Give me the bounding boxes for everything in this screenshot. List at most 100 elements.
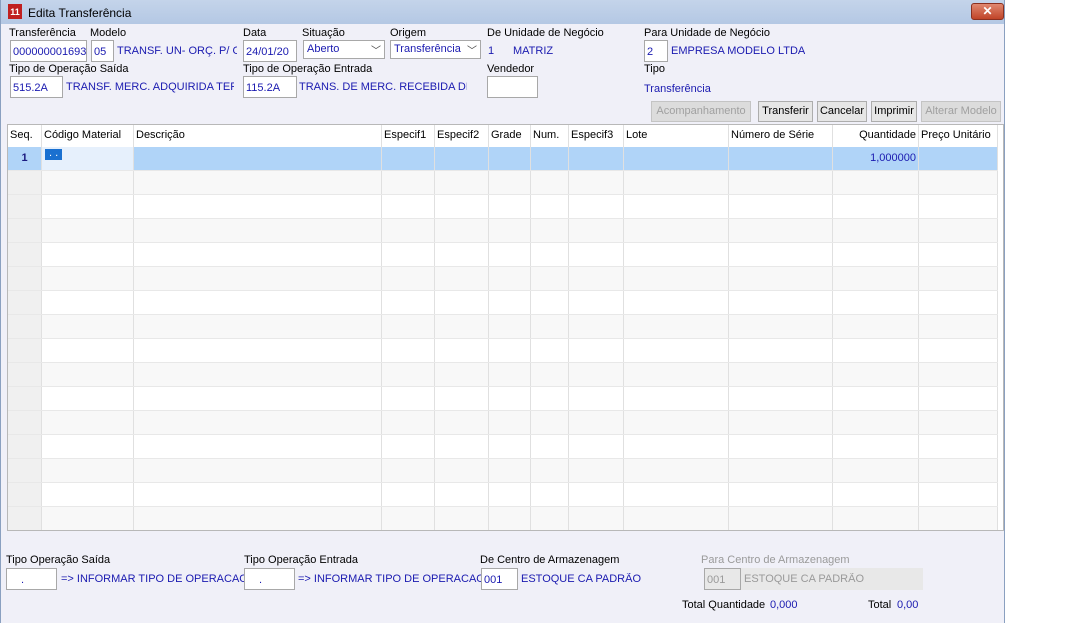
grid-cell[interactable] [489,267,531,290]
grid-cell[interactable] [729,507,833,530]
grid-cell[interactable] [8,459,42,482]
grid-cell[interactable] [382,411,435,434]
grid-cell[interactable] [134,171,382,194]
grid-cell[interactable] [919,459,998,482]
column-header[interactable]: Descrição [134,125,382,147]
cancelar-button[interactable]: Cancelar [817,101,867,122]
grid-cell[interactable] [833,195,919,218]
grid-cell[interactable] [569,339,624,362]
grid-cell[interactable] [42,339,134,362]
grid-cell[interactable] [435,339,489,362]
grid-cell[interactable] [624,459,729,482]
grid-cell[interactable] [489,195,531,218]
grid-cell[interactable] [8,435,42,458]
grid-cell[interactable] [489,483,531,506]
grid-cell[interactable] [833,219,919,242]
grid-cell[interactable] [531,339,569,362]
transferencia-field[interactable]: 000000001693 [10,40,87,62]
grid-cell[interactable] [833,507,919,530]
column-header[interactable]: Preço Unitário [919,125,998,147]
grid-cell[interactable] [531,459,569,482]
table-row[interactable] [8,411,998,435]
grid-cell[interactable] [624,267,729,290]
grid-cell[interactable] [489,363,531,386]
grid-cell[interactable] [42,363,134,386]
grid-cell[interactable] [569,147,624,170]
grid-cell[interactable] [624,195,729,218]
table-row[interactable] [8,483,998,507]
grid-cell[interactable] [134,147,382,170]
grid-cell[interactable] [42,435,134,458]
grid-cell[interactable] [8,483,42,506]
para-unidade-field[interactable]: 2 [644,40,668,62]
grid-cell[interactable] [729,291,833,314]
grid-cell[interactable] [919,291,998,314]
grid-cell[interactable] [134,483,382,506]
grid-cell[interactable] [8,219,42,242]
grid-cell[interactable] [624,483,729,506]
grid-cell[interactable] [729,411,833,434]
grid-cell[interactable] [833,315,919,338]
table-row[interactable]: 1. . 1,000000 [8,147,998,171]
grid-cell[interactable] [624,435,729,458]
grid-cell[interactable] [833,483,919,506]
grid-cell[interactable] [624,387,729,410]
grid-cell[interactable] [435,315,489,338]
table-row[interactable] [8,315,998,339]
grid-cell[interactable] [42,243,134,266]
grid-cell[interactable] [435,435,489,458]
grid-cell[interactable] [729,387,833,410]
grid-cell[interactable] [134,435,382,458]
grid-cell[interactable] [624,219,729,242]
grid-cell[interactable] [489,315,531,338]
table-row[interactable] [8,291,998,315]
grid-cell[interactable] [134,267,382,290]
grid-cell[interactable] [531,411,569,434]
alterar-modelo-button[interactable]: Alterar Modelo [921,101,1001,122]
grid-cell[interactable] [42,411,134,434]
origem-select[interactable]: Transferência ﹀ [390,40,481,59]
close-button[interactable]: ✕ [971,3,1004,20]
footer-tipo-saida-field[interactable]: . [6,568,57,590]
grid-cell[interactable] [489,147,531,170]
grid-cell[interactable] [569,459,624,482]
grid-cell[interactable] [624,363,729,386]
grid-cell[interactable] [382,291,435,314]
grid-cell[interactable] [569,219,624,242]
grid-cell[interactable] [8,411,42,434]
table-row[interactable] [8,387,998,411]
column-header[interactable]: Especif1 [382,125,435,147]
grid-cell[interactable] [382,147,435,170]
grid-cell[interactable] [833,171,919,194]
grid-cell[interactable] [919,195,998,218]
grid-cell[interactable] [435,363,489,386]
grid-cell[interactable] [569,363,624,386]
grid-cell[interactable] [531,363,569,386]
grid-cell[interactable] [382,483,435,506]
grid-cell[interactable] [382,387,435,410]
grid-cell[interactable] [489,219,531,242]
grid-cell[interactable] [435,483,489,506]
grid-cell[interactable] [134,363,382,386]
grid-cell[interactable] [134,291,382,314]
grid-cell[interactable] [435,219,489,242]
grid-cell[interactable] [134,339,382,362]
grid-cell[interactable] [42,387,134,410]
grid-cell[interactable] [919,171,998,194]
grid-cell[interactable] [435,387,489,410]
grid-cell[interactable] [531,387,569,410]
grid-cell[interactable] [382,339,435,362]
tipo-saida-field[interactable]: 515.2A [10,76,63,98]
grid-cell[interactable] [134,243,382,266]
grid-cell[interactable] [8,243,42,266]
grid-cell[interactable] [833,459,919,482]
grid-cell[interactable] [531,219,569,242]
grid-cell[interactable] [531,507,569,530]
grid-cell[interactable] [531,291,569,314]
grid-cell[interactable] [569,267,624,290]
grid-cell[interactable]: 1 [8,147,42,170]
column-header[interactable]: Número de Série [729,125,833,147]
grid-cell[interactable] [919,339,998,362]
grid-cell[interactable] [489,171,531,194]
grid-cell[interactable] [729,267,833,290]
